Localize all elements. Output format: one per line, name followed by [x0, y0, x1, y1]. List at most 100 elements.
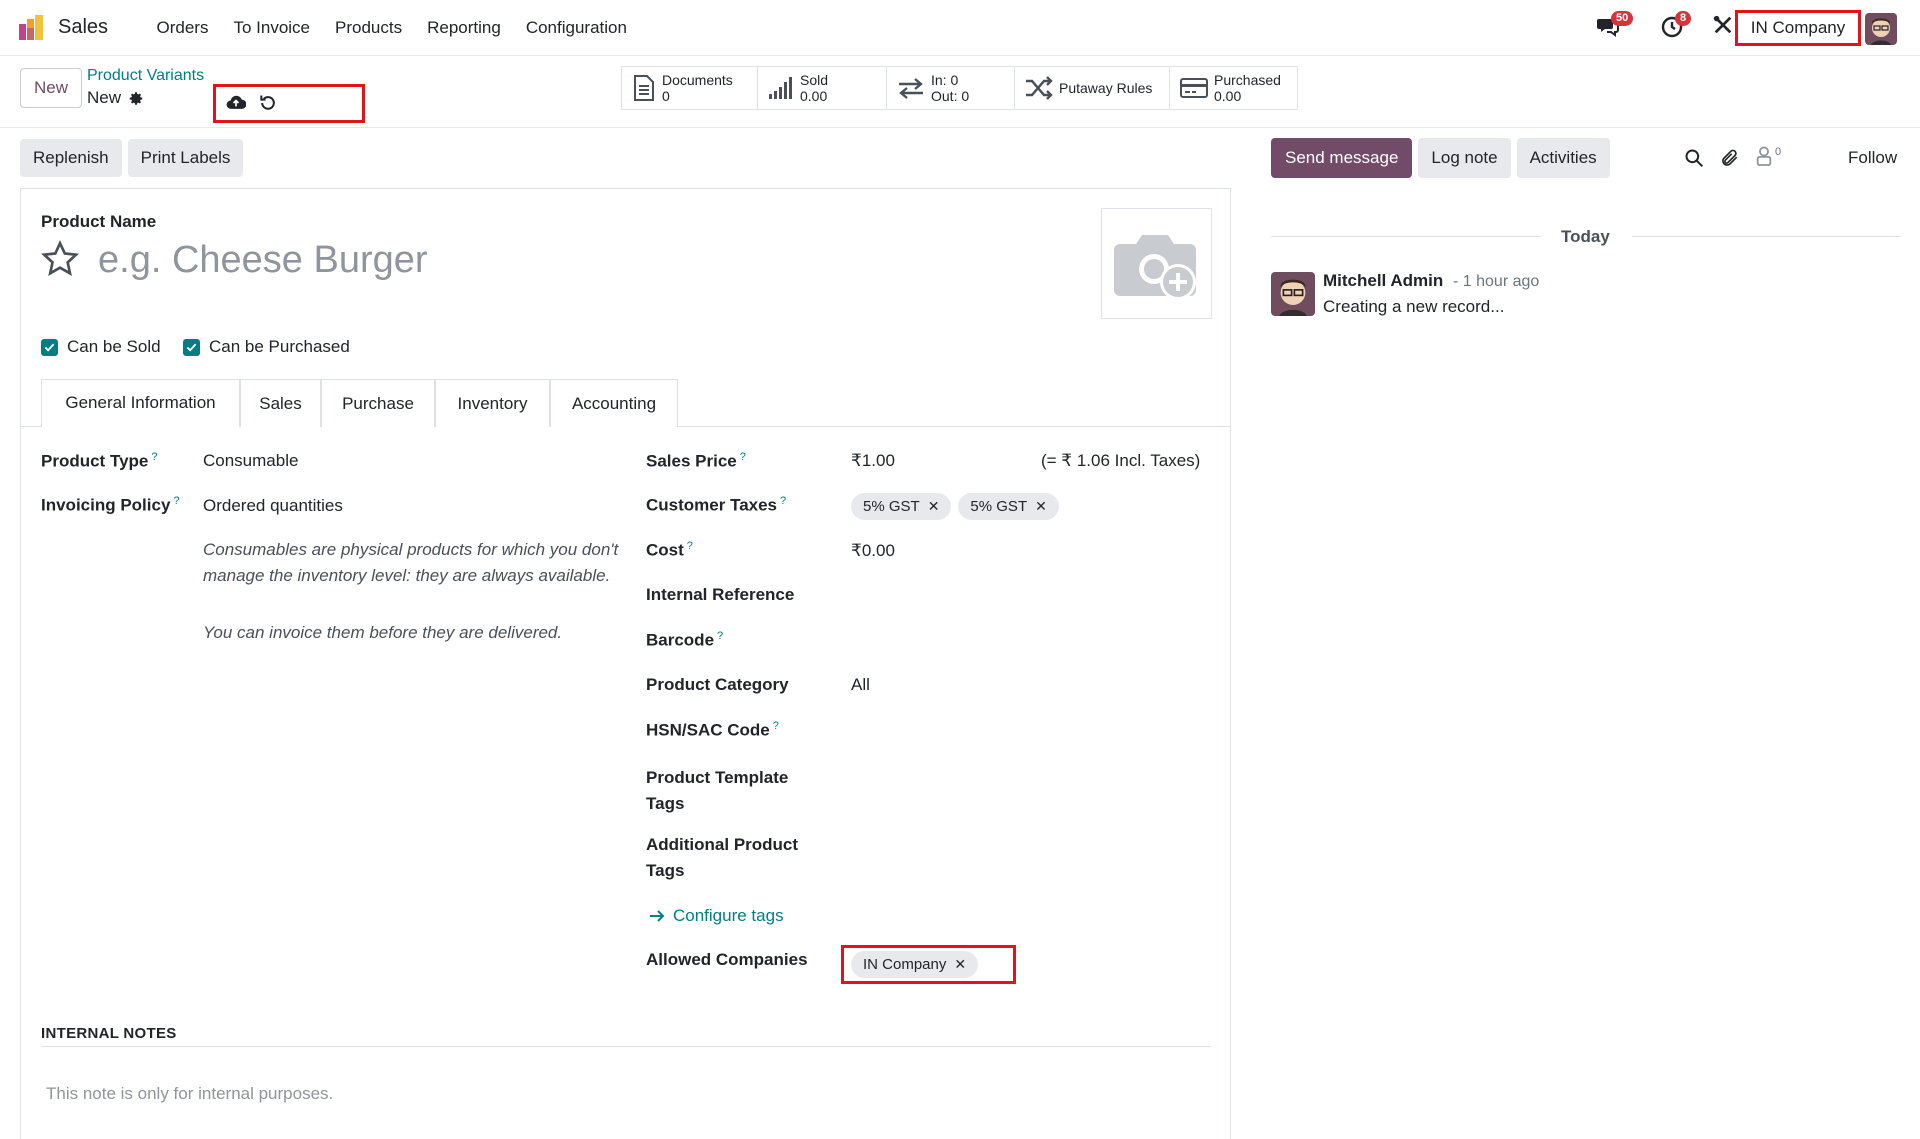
product-form-sheet: Product Name e.g. Cheese Burger Can be S… — [20, 188, 1231, 1139]
sold-smart-button[interactable]: Sold 0.00 — [758, 67, 887, 109]
menu-configuration[interactable]: Configuration — [513, 17, 639, 39]
tax-tag: 5% GST ✕ — [851, 493, 952, 520]
product-category-label: Product Category — [646, 675, 789, 694]
menu-orders[interactable]: Orders — [144, 17, 221, 39]
barcode-label: Barcode? — [646, 630, 724, 650]
help-tooltip-icon: ? — [717, 630, 724, 642]
configure-tags-label: Configure tags — [673, 906, 784, 925]
checkbox-checked-icon — [41, 338, 58, 356]
sales-price-field[interactable]: ₹1.00 — [851, 451, 895, 471]
app-name[interactable]: Sales — [58, 16, 108, 39]
activities-button[interactable]: Activities — [1516, 138, 1610, 178]
help-tooltip-icon: ? — [686, 540, 693, 552]
discard-icon[interactable] — [258, 93, 278, 113]
replenish-button[interactable]: Replenish — [20, 139, 122, 177]
product-image-upload[interactable] — [1101, 208, 1212, 319]
sales-app-logo-icon[interactable] — [18, 14, 46, 42]
product-type-label: Product Type? — [41, 451, 158, 471]
remove-tag-icon[interactable]: ✕ — [954, 956, 966, 973]
user-lock-icon — [1756, 146, 1772, 166]
configure-tags-link[interactable]: Configure tags — [649, 906, 784, 926]
tab-accounting[interactable]: Accounting — [550, 379, 678, 427]
help-tooltip-icon: ? — [151, 451, 158, 463]
gear-icon[interactable] — [129, 91, 144, 106]
putaway-rules-smart-button[interactable]: Putaway Rules — [1015, 67, 1170, 109]
allowed-companies-label: Allowed Companies — [646, 950, 808, 969]
help-tooltip-icon: ? — [739, 451, 746, 463]
top-navbar: Sales Orders To Invoice Products Reporti… — [0, 0, 1920, 56]
tab-general-information[interactable]: General Information — [41, 379, 240, 428]
message-body: Creating a new record... — [1323, 297, 1505, 316]
can-be-purchased-checkbox[interactable]: Can be Purchased — [183, 337, 350, 357]
tax-tag: 5% GST ✕ — [958, 493, 1059, 520]
transfer-icon — [899, 78, 923, 99]
company-switcher[interactable]: IN Company — [1735, 10, 1861, 46]
product-category-field[interactable]: All — [851, 675, 870, 695]
internal-notes-field[interactable]: This note is only for internal purposes. — [46, 1084, 333, 1104]
today-divider-left — [1271, 236, 1541, 237]
product-name-input[interactable]: e.g. Cheese Burger — [98, 239, 428, 282]
product-type-field[interactable]: Consumable — [203, 451, 298, 471]
cost-field[interactable]: ₹0.00 — [851, 541, 895, 561]
favorite-star-icon[interactable] — [40, 239, 80, 279]
documents-smart-button[interactable]: Documents 0 — [622, 67, 758, 109]
new-button[interactable]: New — [20, 68, 82, 108]
sales-price-label: Sales Price? — [646, 451, 746, 471]
camera-add-icon — [1113, 234, 1196, 300]
internal-notes-divider — [41, 1046, 1211, 1047]
smart-buttons: Documents 0 Sold 0.00 In: 0 Out: 0 Putaway … — [621, 66, 1298, 110]
documents-value: 0 — [662, 88, 670, 104]
followers-count: 0 — [1775, 146, 1782, 158]
breadcrumb-parent[interactable]: Product Variants — [87, 67, 204, 85]
print-labels-button[interactable]: Print Labels — [127, 139, 244, 177]
menu-to-invoice[interactable]: To Invoice — [221, 17, 323, 39]
user-avatar-icon — [1865, 13, 1897, 45]
sold-value: 0.00 — [800, 88, 828, 104]
putaway-rules-label: Putaway Rules — [1059, 80, 1153, 96]
hsn-sac-code-label: HSN/SAC Code? — [646, 720, 779, 740]
invoicing-policy-field[interactable]: Ordered quantities — [203, 496, 343, 516]
tab-sales[interactable]: Sales — [240, 379, 321, 427]
today-separator: Today — [1561, 227, 1610, 246]
help-tooltip-icon: ? — [772, 720, 779, 732]
menu-reporting[interactable]: Reporting — [415, 17, 514, 39]
chatter-buttons: Send message Log note Activities — [1271, 138, 1610, 178]
messages-button[interactable]: 50 — [1596, 11, 1634, 40]
documents-label: Documents — [662, 72, 733, 88]
breadcrumb-current: New — [87, 88, 144, 108]
purchased-label: Purchased — [1214, 72, 1281, 88]
send-message-button[interactable]: Send message — [1271, 138, 1413, 178]
tab-purchase[interactable]: Purchase — [321, 379, 435, 427]
purchased-value: 0.00 — [1214, 88, 1242, 104]
remove-tag-icon[interactable]: ✕ — [928, 498, 940, 515]
log-note-button[interactable]: Log note — [1418, 138, 1511, 178]
activities-badge: 8 — [1675, 11, 1692, 26]
in-out-smart-button[interactable]: In: 0 Out: 0 — [887, 67, 1015, 109]
search-icon[interactable] — [1684, 148, 1704, 168]
followers-button[interactable]: 0 — [1755, 146, 1781, 166]
customer-taxes-field[interactable]: 5% GST ✕ 5% GST ✕ — [851, 493, 1059, 520]
message-avatar[interactable] — [1271, 272, 1315, 316]
document-icon — [634, 75, 654, 101]
message-author[interactable]: Mitchell Admin — [1323, 271, 1443, 291]
tab-inventory[interactable]: Inventory — [435, 379, 550, 427]
paperclip-icon[interactable] — [1720, 148, 1740, 168]
credit-card-icon — [1180, 78, 1208, 98]
cloud-upload-icon[interactable] — [226, 93, 246, 113]
user-avatar[interactable] — [1865, 13, 1897, 45]
purchased-smart-button[interactable]: Purchased 0.00 — [1170, 67, 1297, 109]
tools-icon — [1713, 15, 1732, 34]
control-panel: New Product Variants New Documents 0 Sold… — [0, 56, 1920, 128]
today-divider-right — [1632, 236, 1900, 237]
can-be-sold-checkbox[interactable]: Can be Sold — [41, 337, 161, 357]
follow-button[interactable]: Follow — [1848, 148, 1897, 168]
bar-chart-icon — [769, 77, 792, 99]
activities-button[interactable]: 8 — [1660, 11, 1692, 40]
menu-products[interactable]: Products — [323, 17, 415, 39]
internal-notes-title: INTERNAL NOTES — [41, 1025, 177, 1042]
sales-price-incl-taxes: (= ₹ 1.06 Incl. Taxes) — [1041, 451, 1201, 470]
out-label: Out: 0 — [931, 88, 970, 104]
remove-tag-icon[interactable]: ✕ — [1035, 498, 1047, 515]
allowed-companies-field[interactable]: IN Company ✕ — [851, 951, 979, 978]
breadcrumb-current-label: New — [87, 88, 122, 107]
